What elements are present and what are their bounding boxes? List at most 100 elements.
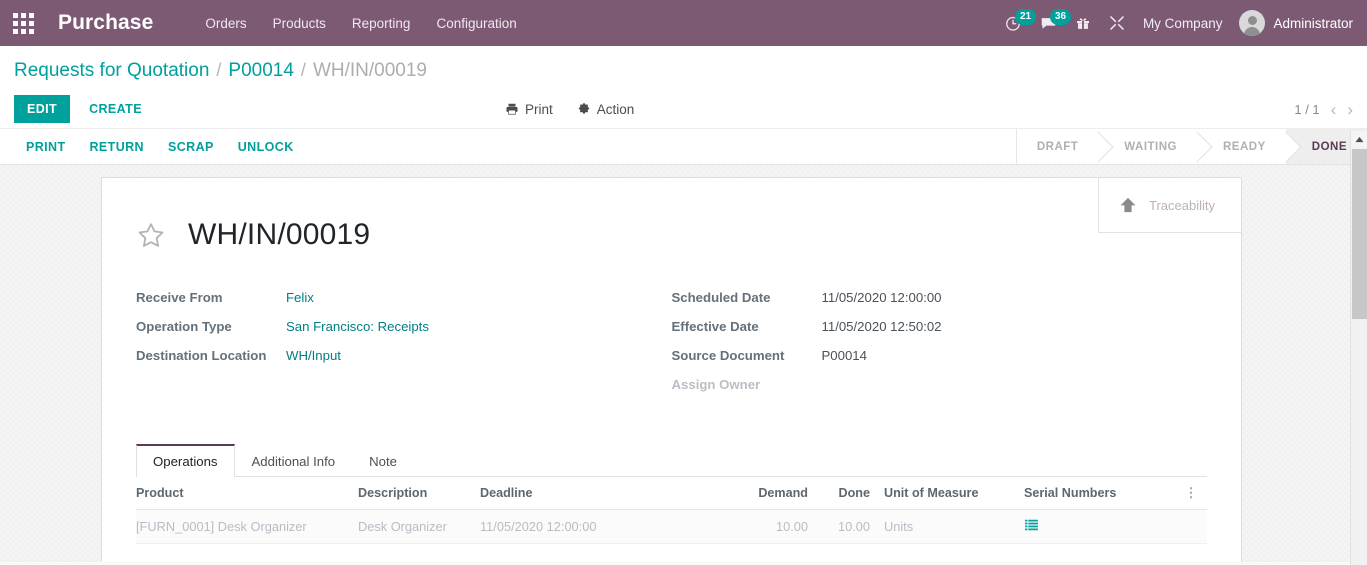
field-destination-location: Destination Location WH/Input [136,348,672,367]
gift-icon [1076,18,1089,29]
messages-badge: 36 [1049,9,1072,25]
field-assign-owner: Assign Owner [672,377,1208,396]
menu-item-products[interactable]: Products [273,16,326,31]
star-outline-icon[interactable] [136,221,166,250]
menu-item-configuration[interactable]: Configuration [436,16,516,31]
field-label: Operation Type [136,319,232,334]
list-detail-icon[interactable] [1024,518,1039,535]
form-column-left: Receive From Felix Operation Type San Fr… [136,290,672,406]
stat-button-box: Traceability [1098,178,1241,233]
scrap-button[interactable]: SCRAP [156,140,226,154]
traceability-button[interactable]: Traceability [1099,178,1241,232]
field-operation-type: Operation Type San Francisco: Receipts [136,319,672,338]
wrench-screwdriver-icon [1110,16,1124,30]
cell-unit-of-measure: Units [884,509,1024,544]
column-options-toggle[interactable]: ⋮ [1181,477,1207,510]
cell-demand: 10.00 [696,509,822,544]
column-header-unit-of-measure[interactable]: Unit of Measure [884,477,1024,510]
apps-grid-icon [12,12,34,34]
menu-item-reporting[interactable]: Reporting [352,16,411,31]
developer-tools-menu[interactable] [1108,14,1126,32]
control-panel-actions: Print Action [505,102,634,117]
control-panel: EDIT CREATE Print Action 1 / 1 ‹ › [0,90,1367,128]
field-value: P00014 [821,348,867,363]
vertical-scrollbar[interactable] [1350,131,1367,565]
notebook: Operations Additional Info Note Product … [136,444,1207,544]
form-sheet: Traceability WH/IN/00019 Receive From Fe… [101,177,1242,562]
user-menu[interactable]: Administrator [1239,10,1353,36]
page-title: WH/IN/00019 [188,218,371,251]
app-brand-title[interactable]: Purchase [46,11,161,35]
column-header-product[interactable]: Product [136,477,358,510]
scrollbar-thumb[interactable] [1352,149,1367,319]
breadcrumb-item-parent[interactable]: P00014 [228,60,294,82]
action-menu[interactable]: Action [577,101,635,117]
cell-options [1181,509,1207,544]
field-label: Receive From [136,290,223,305]
cell-deadline: 11/05/2020 12:00:00 [480,509,696,544]
edit-button[interactable]: EDIT [14,95,71,123]
printer-icon [506,103,518,115]
vertical-dots-icon: ⋮ [1184,485,1198,500]
pager-next-button[interactable]: › [1347,101,1353,118]
record-title-row: WH/IN/00019 [136,218,1207,252]
cell-description: Desk Organizer [358,509,480,544]
tab-operations[interactable]: Operations [136,444,235,477]
tab-note[interactable]: Note [352,444,414,477]
pager-previous-button[interactable]: ‹ [1331,101,1337,118]
operations-table: Product Description Deadline Demand Done… [136,477,1207,544]
user-name-label: Administrator [1273,15,1353,31]
arrow-up-icon [1120,197,1136,213]
print-menu[interactable]: Print [505,102,553,117]
gear-icon [578,103,589,114]
scrollbar-up-button[interactable] [1351,131,1367,148]
table-header-row: Product Description Deadline Demand Done… [136,477,1207,510]
form-column-right: Scheduled Date 11/05/2020 12:00:00 Effec… [672,290,1208,406]
breadcrumb: Requests for Quotation / P00014 / WH/IN/… [0,46,1367,90]
gift-menu[interactable] [1075,14,1091,32]
traceability-label: Traceability [1149,197,1215,213]
navbar-right-tools: 21 36 My Company Administrator [1004,9,1353,36]
status-pipeline: DRAFT WAITING READY DONE [1015,129,1367,164]
messages-menu[interactable]: 36 [1039,9,1072,32]
field-value[interactable]: WH/Input [286,348,341,363]
column-header-demand[interactable]: Demand [696,477,822,510]
caret-up-icon [1355,136,1363,143]
field-value[interactable]: Felix [286,290,314,305]
breadcrumb-item-root[interactable]: Requests for Quotation [14,60,209,82]
form-groups: Receive From Felix Operation Type San Fr… [136,290,1207,406]
field-source-document: Source Document P00014 [672,348,1208,367]
field-value[interactable]: San Francisco: Receipts [286,319,429,334]
action-label: Action [596,101,635,117]
cell-product: [FURN_0001] Desk Organizer [136,509,358,544]
field-label: Scheduled Date [671,290,771,305]
menu-item-orders[interactable]: Orders [205,16,246,31]
tab-additional-info[interactable]: Additional Info [235,444,353,477]
print-button[interactable]: PRINT [14,140,78,154]
pager-value: 1 / 1 [1294,101,1320,117]
top-navbar: Purchase Orders Products Reporting Confi… [0,0,1367,46]
pager: 1 / 1 ‹ › [1294,101,1353,118]
field-label: Source Document [671,348,785,363]
company-switcher[interactable]: My Company [1143,16,1223,31]
form-statusbar: PRINT RETURN SCRAP UNLOCK DRAFT WAITING … [0,128,1367,165]
breadcrumb-separator: / [300,60,306,80]
main-menu: Orders Products Reporting Configuration [205,16,516,31]
return-button[interactable]: RETURN [78,140,156,154]
print-label: Print [525,101,553,117]
field-effective-date: Effective Date 11/05/2020 12:50:02 [672,319,1208,338]
column-header-serial-numbers[interactable]: Serial Numbers [1024,477,1181,510]
sheet-inner: WH/IN/00019 Receive From Felix Operation… [102,178,1241,544]
apps-menu-toggle[interactable] [0,0,46,46]
cell-serial-numbers [1024,509,1181,544]
unlock-button[interactable]: UNLOCK [226,140,306,154]
notebook-tabs: Operations Additional Info Note [136,444,1207,477]
activities-menu[interactable]: 21 [1004,9,1037,32]
table-row[interactable]: [FURN_0001] Desk Organizer Desk Organize… [136,509,1207,544]
field-value: 11/05/2020 12:50:02 [821,319,942,334]
column-header-description[interactable]: Description [358,477,480,510]
column-header-done[interactable]: Done [822,477,884,510]
status-step-draft[interactable]: DRAFT [1016,129,1099,164]
column-header-deadline[interactable]: Deadline [480,477,696,510]
create-button[interactable]: CREATE [76,95,155,123]
